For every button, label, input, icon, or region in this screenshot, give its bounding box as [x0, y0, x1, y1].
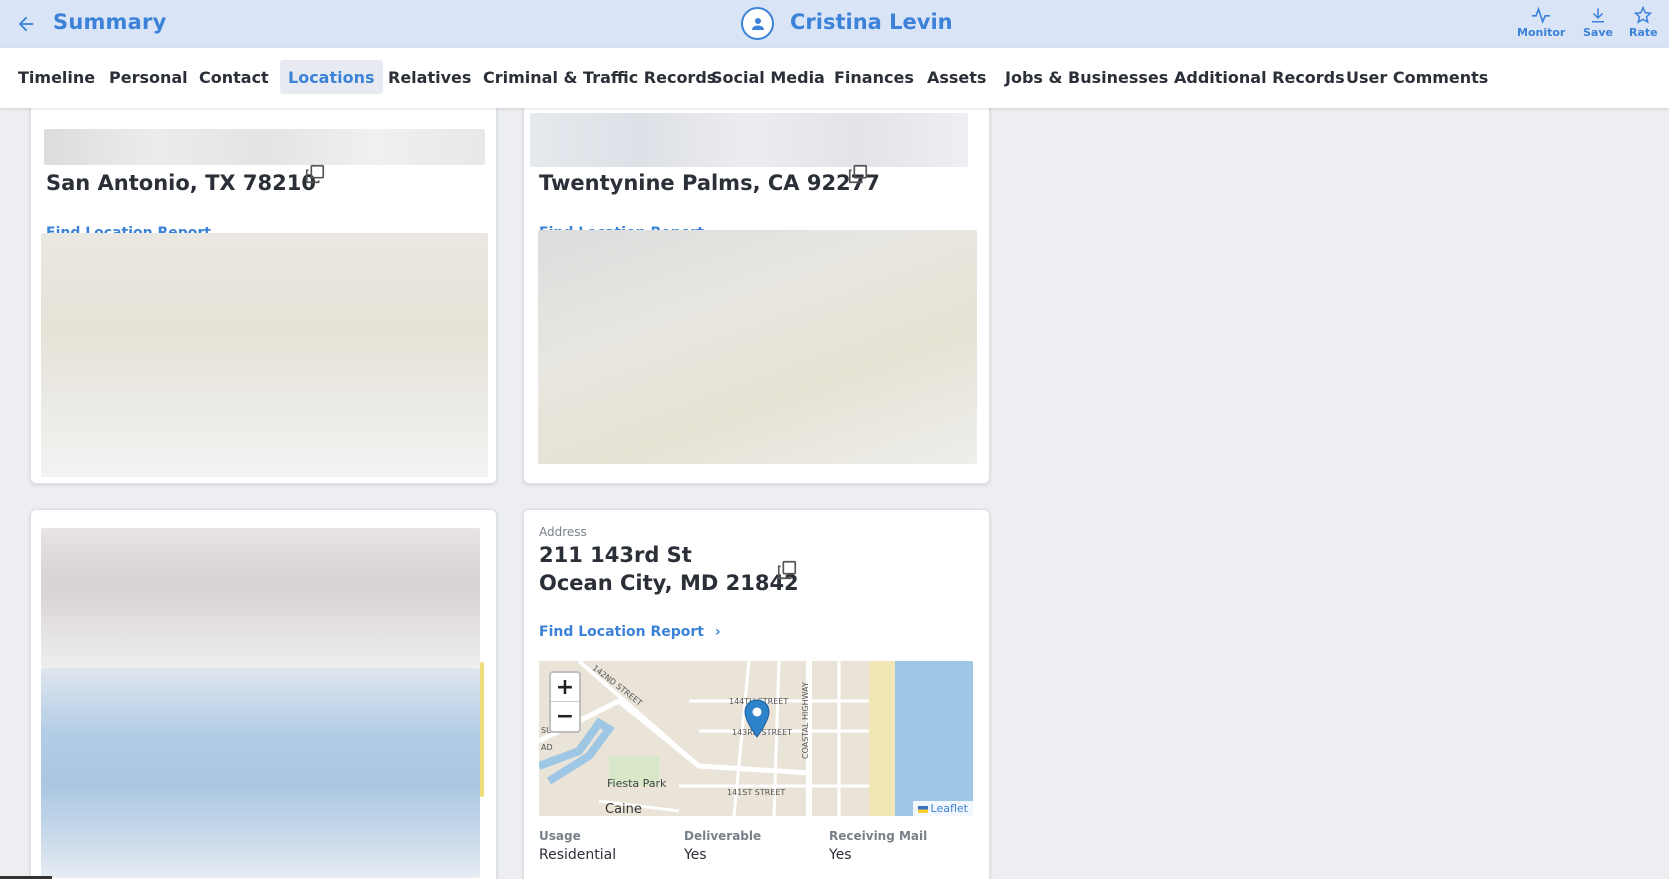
location-card: [30, 509, 497, 879]
find-location-report-label: Find Location Report: [539, 624, 704, 640]
page-title[interactable]: Summary: [53, 10, 166, 34]
save-label: Save: [1583, 26, 1613, 39]
tab-criminal-traffic-records[interactable]: Criminal & Traffic Records: [475, 60, 724, 94]
map-attribution[interactable]: Leaflet: [912, 801, 973, 816]
deliverable-value: Yes: [684, 847, 707, 863]
redacted-map: [538, 230, 977, 464]
usage-label: Usage: [539, 829, 581, 843]
rate-label: Rate: [1629, 26, 1658, 39]
deliverable-label: Deliverable: [684, 829, 762, 843]
redacted-street-line: [44, 129, 485, 165]
receiving-mail-label: Receiving Mail: [829, 829, 928, 843]
tab-jobs-businesses[interactable]: Jobs & Businesses: [997, 60, 1176, 94]
copy-icon[interactable]: [304, 163, 326, 185]
address-city-line: Ocean City, MD 21842: [539, 571, 799, 595]
tab-timeline[interactable]: Timeline: [10, 60, 103, 94]
usage-value: Residential: [539, 847, 617, 863]
tab-social-media[interactable]: Social Media: [703, 60, 833, 94]
address-city-line: Twentynine Palms, CA 92277: [539, 171, 880, 195]
zoom-in-button[interactable]: +: [551, 673, 579, 702]
address-city-line: San Antonio, TX 78210: [46, 171, 316, 195]
zoom-out-button[interactable]: −: [551, 702, 579, 731]
map-pin-icon[interactable]: [744, 699, 770, 739]
tab-locations[interactable]: Locations: [280, 60, 383, 94]
copy-icon[interactable]: [847, 163, 869, 185]
monitor-button[interactable]: Monitor: [1517, 6, 1565, 39]
monitor-label: Monitor: [1517, 26, 1566, 39]
back-arrow-icon[interactable]: [12, 10, 40, 38]
location-map[interactable]: 142ND STREET 144TH STREET 143RD STREET 1…: [539, 661, 973, 816]
leaflet-link[interactable]: Leaflet: [931, 802, 968, 815]
redacted-map: [41, 668, 480, 878]
copy-icon[interactable]: [776, 559, 798, 581]
redacted-map: [41, 233, 488, 477]
map-street-label: AD: [541, 743, 553, 752]
rate-button[interactable]: Rate: [1629, 6, 1658, 39]
monitor-icon: [1532, 6, 1551, 24]
person-avatar-icon: [741, 7, 774, 40]
tab-relatives[interactable]: Relatives: [380, 60, 479, 94]
map-street-label: COASTAL HIGHWAY: [801, 682, 810, 759]
redacted-edge: [480, 662, 484, 797]
tab-user-comments[interactable]: User Comments: [1338, 60, 1496, 94]
top-header: Summary Cristina Levin Monitor Save Rate: [0, 0, 1669, 48]
map-place-label: Fiesta Park: [607, 777, 667, 790]
receiving-mail-value: Yes: [829, 847, 852, 863]
map-place-label: Caine: [605, 802, 642, 816]
map-zoom-control: + −: [549, 671, 581, 733]
tab-additional-records[interactable]: Additional Records: [1166, 60, 1353, 94]
tab-finances[interactable]: Finances: [826, 60, 922, 94]
redacted-street-line: [530, 113, 968, 167]
save-button[interactable]: Save: [1583, 6, 1613, 39]
person-name: Cristina Levin: [790, 10, 953, 34]
location-card: San Antonio, TX 78210 Find Location Repo…: [30, 100, 497, 484]
location-card: Twentynine Palms, CA 92277 Find Location…: [523, 100, 990, 484]
redacted-address: [41, 528, 480, 668]
star-icon: [1634, 6, 1653, 24]
section-tabs: Timeline Personal Contact Locations Rela…: [0, 48, 1669, 108]
flag-icon: [917, 805, 928, 813]
address-label: Address: [539, 525, 587, 539]
download-icon: [1591, 8, 1604, 23]
tab-contact[interactable]: Contact: [191, 60, 277, 94]
map-street-label: 141ST STREET: [727, 788, 786, 797]
address-street-line: 211 143rd St: [539, 543, 692, 567]
find-location-report-link[interactable]: Find Location Report ›: [539, 624, 721, 640]
chevron-right-icon: ›: [714, 624, 721, 640]
tab-personal[interactable]: Personal: [101, 60, 196, 94]
tab-assets[interactable]: Assets: [919, 60, 994, 94]
location-card-ocean-city: Address 211 143rd St Ocean City, MD 2184…: [523, 509, 990, 879]
